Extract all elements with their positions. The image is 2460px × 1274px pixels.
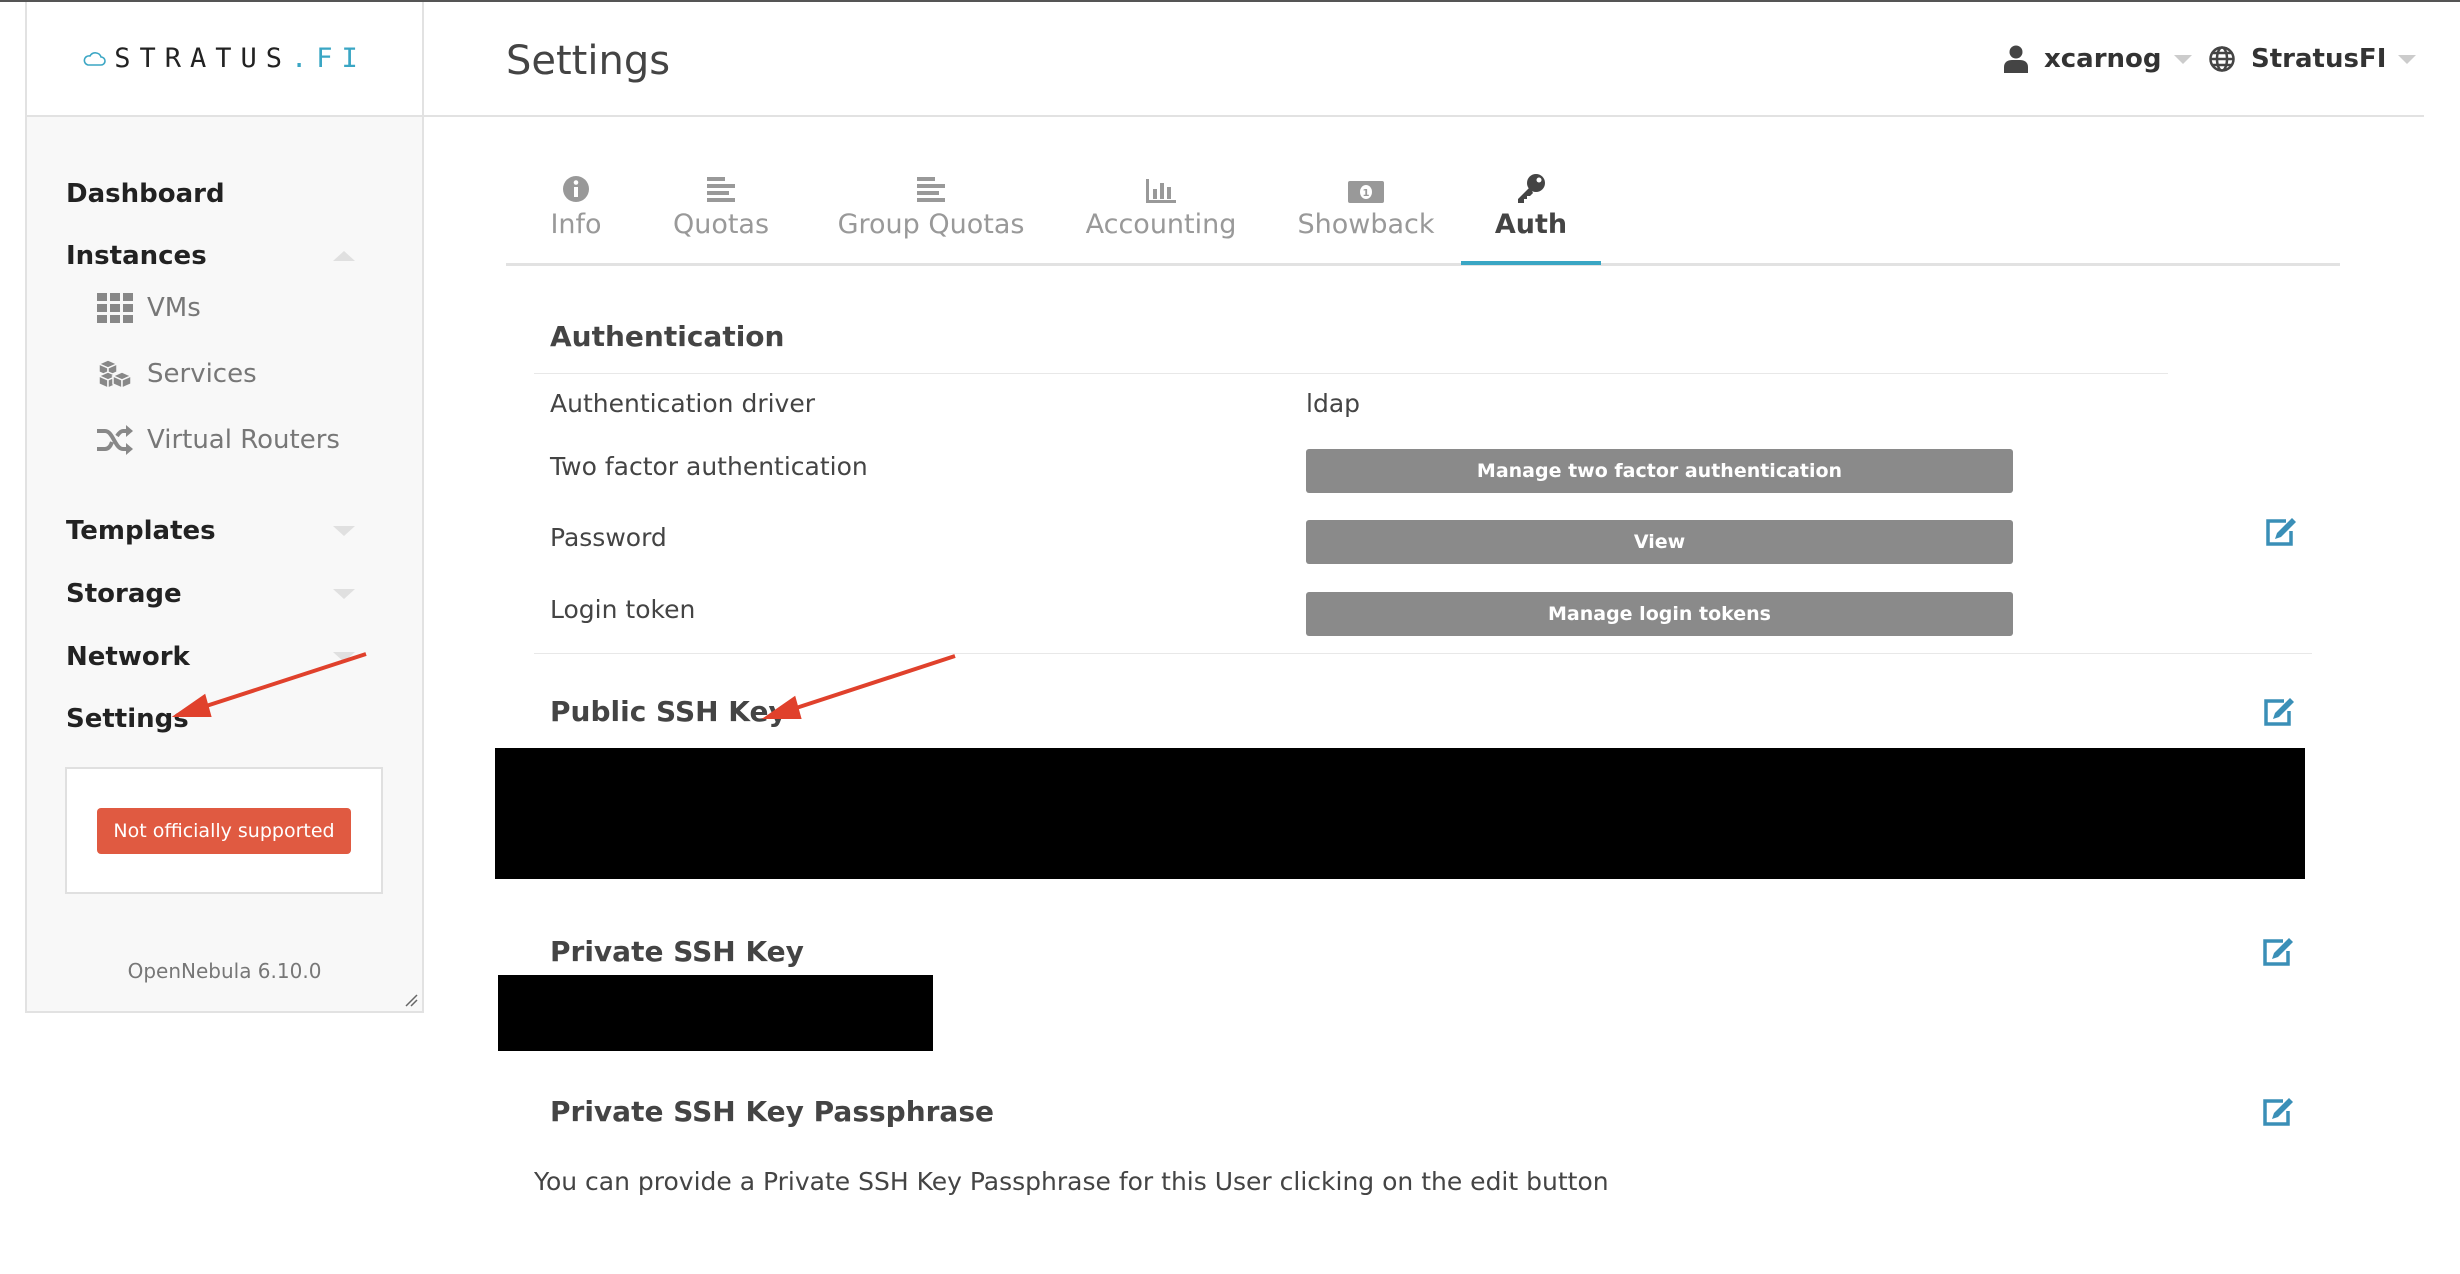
- brand-name: STRATUS.FI: [114, 43, 367, 74]
- tab-accounting[interactable]: Accounting: [1081, 164, 1241, 264]
- divider: [534, 653, 2312, 654]
- passphrase-help-text: You can provide a Private SSH Key Passph…: [534, 1167, 1609, 1196]
- tab-showback[interactable]: 1 Showback: [1291, 164, 1441, 264]
- sidebar-item-label: Services: [147, 359, 257, 389]
- user-menu[interactable]: xcarnog: [2004, 44, 2192, 74]
- authentication-title: Authentication: [550, 320, 785, 353]
- chevron-down-icon: [2173, 54, 2192, 64]
- view-password-button[interactable]: View: [1306, 520, 2013, 564]
- divider: [534, 373, 2168, 374]
- settings-tabs: Info Quotas Group Quotas Accounting 1 Sh…: [506, 164, 2340, 266]
- tab-label: Accounting: [1085, 209, 1237, 240]
- not-supported-badge[interactable]: Not officially supported: [97, 807, 351, 854]
- support-panel: Not officially supported: [65, 767, 383, 894]
- tab-label: Showback: [1297, 209, 1435, 240]
- public-ssh-key-title: Public SSH Key: [550, 695, 787, 728]
- tab-label: Auth: [1494, 209, 1568, 240]
- sidebar-item-storage[interactable]: Storage: [66, 579, 182, 609]
- version-label: OpenNebula 6.10.0: [127, 959, 322, 983]
- tab-label: Quotas: [672, 209, 770, 240]
- manage-login-tokens-button[interactable]: Manage login tokens: [1306, 592, 2013, 636]
- manage-two-factor-button[interactable]: Manage two factor authentication: [1306, 449, 2013, 493]
- tab-label: Info: [550, 209, 602, 240]
- redacted-public-key: [495, 748, 2305, 879]
- sidebar-item-network[interactable]: Network: [66, 642, 190, 672]
- top-header: Settings xcarnog StratusFI: [424, 2, 2424, 117]
- sidebar-item-templates[interactable]: Templates: [66, 516, 216, 546]
- sidebar-item-instances[interactable]: Instances: [66, 241, 207, 271]
- resize-handle-icon[interactable]: [404, 993, 418, 1007]
- edit-icon[interactable]: [2264, 516, 2298, 548]
- sidebar-item-label: VMs: [147, 293, 201, 323]
- tab-label: Group Quotas: [837, 209, 1025, 240]
- login-token-label: Login token: [550, 595, 696, 624]
- tab-group-quotas[interactable]: Group Quotas: [826, 164, 1036, 264]
- user-name: xcarnog: [2044, 44, 2162, 74]
- private-ssh-key-title: Private SSH Key: [550, 935, 804, 968]
- auth-driver-label: Authentication driver: [550, 389, 816, 418]
- passphrase-title: Private SSH Key Passphrase: [550, 1095, 994, 1128]
- chevron-down-icon[interactable]: [333, 526, 355, 536]
- brand-logo[interactable]: STRATUS.FI: [27, 2, 422, 117]
- annotation-arrow: [789, 654, 956, 712]
- password-label: Password: [550, 523, 667, 552]
- auth-driver-value: ldap: [1306, 389, 1361, 418]
- align-left-icon: [707, 177, 735, 202]
- sidebar-item-virtual-routers[interactable]: Virtual Routers: [97, 420, 340, 460]
- tab-auth[interactable]: Auth: [1461, 164, 1601, 264]
- tab-quotas[interactable]: Quotas: [666, 164, 776, 264]
- grid-icon: [97, 293, 133, 323]
- chevron-down-icon[interactable]: [333, 589, 355, 599]
- sidebar-item-services[interactable]: Services: [97, 354, 257, 394]
- tab-info[interactable]: Info: [536, 164, 616, 264]
- two-factor-label: Two factor authentication: [550, 452, 868, 481]
- chevron-down-icon: [2398, 54, 2417, 64]
- sidebar-item-vms[interactable]: VMs: [97, 288, 201, 328]
- random-icon: [97, 425, 133, 455]
- redacted-private-key: [498, 975, 933, 1051]
- info-icon: [563, 176, 589, 202]
- money-icon: 1: [1348, 181, 1384, 203]
- zone-name: StratusFI: [2251, 44, 2387, 74]
- sidebar: STRATUS.FI Dashboard Instances VMs Servi…: [25, 2, 424, 1013]
- page-title: Settings: [506, 38, 671, 84]
- edit-icon[interactable]: [2262, 696, 2296, 728]
- sidebar-item-dashboard[interactable]: Dashboard: [66, 179, 225, 209]
- edit-icon[interactable]: [2261, 936, 2295, 968]
- sidebar-item-settings[interactable]: Settings: [66, 704, 189, 734]
- align-left-icon: [917, 177, 945, 202]
- cloud-icon: [83, 51, 106, 66]
- key-icon: [1518, 174, 1545, 203]
- svg-text:1: 1: [1363, 188, 1370, 199]
- globe-icon: [2209, 46, 2235, 72]
- edit-icon[interactable]: [2261, 1096, 2295, 1128]
- sidebar-item-label: Virtual Routers: [147, 425, 340, 455]
- bar-chart-icon: [1146, 179, 1176, 203]
- chevron-up-icon[interactable]: [333, 251, 355, 261]
- chevron-down-icon[interactable]: [333, 652, 355, 662]
- cubes-icon: [97, 359, 133, 390]
- active-tab-indicator: [1461, 261, 1601, 265]
- user-icon: [2004, 45, 2028, 73]
- zone-menu[interactable]: StratusFI: [2209, 44, 2417, 74]
